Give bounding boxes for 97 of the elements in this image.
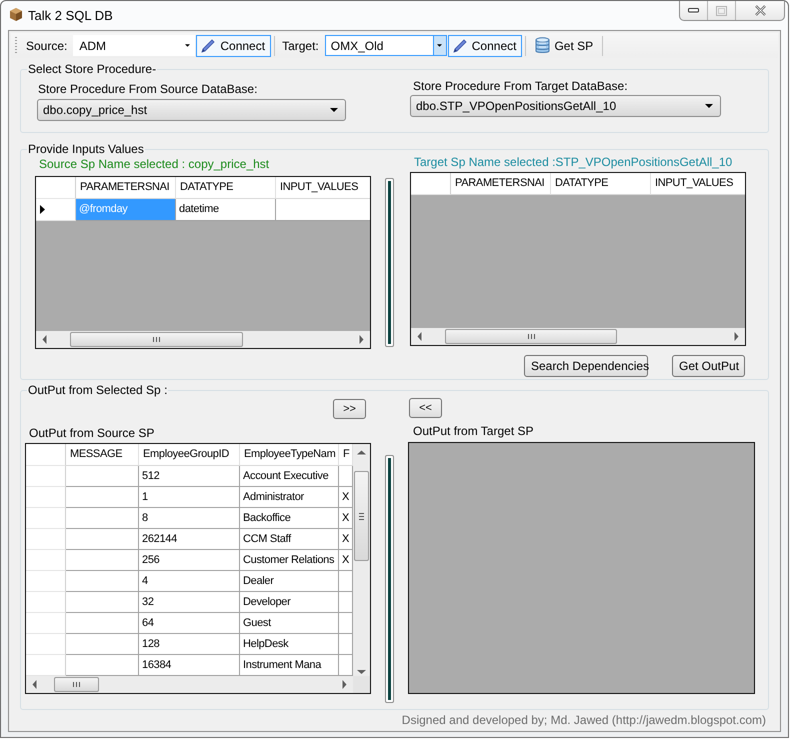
dropdown[interactable]: OMX_Old: [324, 35, 447, 56]
table-cell[interactable]: 32: [139, 592, 240, 613]
column-header[interactable]: F: [339, 444, 353, 466]
table-cell[interactable]: 128: [139, 634, 240, 655]
group-title: Select Store Procedure-: [27, 62, 158, 76]
table-cell[interactable]: Customer Relations: [240, 550, 339, 571]
column-header[interactable]: PARAMETERSNAI: [451, 173, 551, 195]
table-cell[interactable]: datetime: [176, 199, 276, 221]
grip-icon: [526, 333, 536, 340]
table-cell[interactable]: Backoffice: [240, 508, 339, 529]
table-cell[interactable]: [66, 571, 139, 592]
table-cell[interactable]: 64: [139, 613, 240, 634]
table-cell[interactable]: HelpDesk: [240, 634, 339, 655]
caret-icon: [330, 108, 338, 112]
column-header[interactable]: EmployeeTypeNam: [240, 444, 339, 466]
table-cell[interactable]: 512: [139, 466, 240, 487]
corner-header: [36, 177, 76, 199]
field-label: Source:: [25, 38, 68, 52]
column-header[interactable]: MESSAGE: [66, 444, 139, 466]
scroll-thumb[interactable]: [445, 329, 617, 344]
dropdown[interactable]: dbo.STP_VPOpenPositionsGetAll_10: [410, 95, 721, 117]
table-cell[interactable]: X: [339, 508, 353, 529]
table-cell[interactable]: [66, 655, 139, 676]
field-label: Target:: [281, 38, 320, 52]
column-header[interactable]: EmployeeGroupID: [139, 444, 240, 466]
get-output-button[interactable]: Get OutPut: [672, 355, 745, 377]
table-cell[interactable]: [276, 199, 370, 221]
caret-icon: [705, 104, 713, 108]
maximize-icon: [716, 6, 727, 16]
selected-sp-caption: Source Sp Name selected : copy_price_hst: [39, 157, 270, 171]
table-cell[interactable]: 1: [139, 487, 240, 508]
table-cell[interactable]: Guest: [240, 613, 339, 634]
table-cell[interactable]: 8: [139, 508, 240, 529]
group-title: OutPut from Selected Sp :: [27, 383, 168, 397]
group-title: Provide Inputs Values: [27, 142, 145, 156]
table-cell[interactable]: CCM Staff: [240, 529, 339, 550]
corner-header: [411, 173, 451, 195]
column-header[interactable]: DATATYPE: [551, 173, 651, 195]
grip-icon: [358, 512, 365, 520]
table-cell[interactable]: 16384: [139, 655, 240, 676]
table-cell[interactable]: [339, 592, 353, 613]
table-cell[interactable]: [339, 655, 353, 676]
grip-icon: [152, 336, 161, 343]
table-cell[interactable]: [66, 550, 139, 571]
table-cell[interactable]: [339, 613, 353, 634]
table-cell[interactable]: Instrument Mana: [240, 655, 339, 676]
table-cell[interactable]: 262144: [139, 529, 240, 550]
caret-icon: [437, 44, 442, 47]
table-cell[interactable]: X: [339, 529, 353, 550]
table-cell[interactable]: [66, 634, 139, 655]
table-cell[interactable]: [66, 466, 139, 487]
table-cell[interactable]: Developer: [240, 592, 339, 613]
corner-header: [26, 444, 66, 466]
table-cell[interactable]: 256: [139, 550, 240, 571]
scroll-thumb[interactable]: [54, 677, 99, 692]
grip-icon: [72, 681, 81, 688]
scroll-thumb[interactable]: [70, 332, 243, 347]
dropdown[interactable]: dbo.copy_price_hst: [37, 99, 346, 121]
field-label: Store Procedure From Target DataBase:: [413, 79, 629, 93]
copy-right-button[interactable]: >>: [333, 399, 366, 419]
table-cell[interactable]: [339, 466, 353, 487]
pen-icon: [200, 38, 216, 54]
table-cell[interactable]: 4: [139, 571, 240, 592]
table-cell[interactable]: [339, 634, 353, 655]
column-header[interactable]: PARAMETERSNAI: [76, 177, 176, 199]
minimize-icon: [688, 8, 699, 13]
table-cell[interactable]: Dealer: [240, 571, 339, 592]
database-icon: [535, 37, 550, 54]
scroll-thumb[interactable]: [354, 471, 369, 561]
table-cell[interactable]: [66, 529, 139, 550]
table-cell[interactable]: [66, 613, 139, 634]
table-cell[interactable]: X: [339, 550, 353, 571]
pen-icon: [452, 38, 468, 54]
column-header[interactable]: DATATYPE: [176, 177, 276, 199]
table-cell[interactable]: [66, 508, 139, 529]
table-cell[interactable]: Account Executive: [240, 466, 339, 487]
table-cell[interactable]: [66, 487, 139, 508]
row-header[interactable]: [36, 199, 76, 221]
search-dependencies-button[interactable]: Search Dependencies: [524, 355, 648, 377]
credits-text: Dsigned and developed by; Md. Jawed (http://jawedm.blogspot.com): [400, 713, 766, 727]
connect-button[interactable]: Connect: [196, 34, 272, 56]
box-icon: [9, 7, 23, 22]
table-cell[interactable]: [66, 592, 139, 613]
window-title: Talk 2 SQL DB: [28, 8, 113, 23]
dropdown[interactable]: ADM: [73, 35, 196, 56]
copy-left-button[interactable]: <<: [409, 398, 442, 418]
get-sp-button[interactable]: Get SP: [531, 34, 600, 56]
table-cell[interactable]: Administrator: [240, 487, 339, 508]
close-icon: [754, 5, 766, 16]
connect-button[interactable]: Connect: [448, 34, 522, 56]
selected-sp-caption: Target Sp Name selected :STP_VPOpenPositionsGetAll_10: [414, 155, 734, 169]
field-label: Store Procedure From Source DataBase:: [38, 82, 258, 96]
grid-caption: OutPut from Target SP: [413, 424, 534, 438]
table-cell[interactable]: X: [339, 487, 353, 508]
caret-icon: [185, 44, 190, 47]
table-cell[interactable]: [339, 571, 353, 592]
grid-caption: OutPut from Source SP: [29, 426, 156, 440]
